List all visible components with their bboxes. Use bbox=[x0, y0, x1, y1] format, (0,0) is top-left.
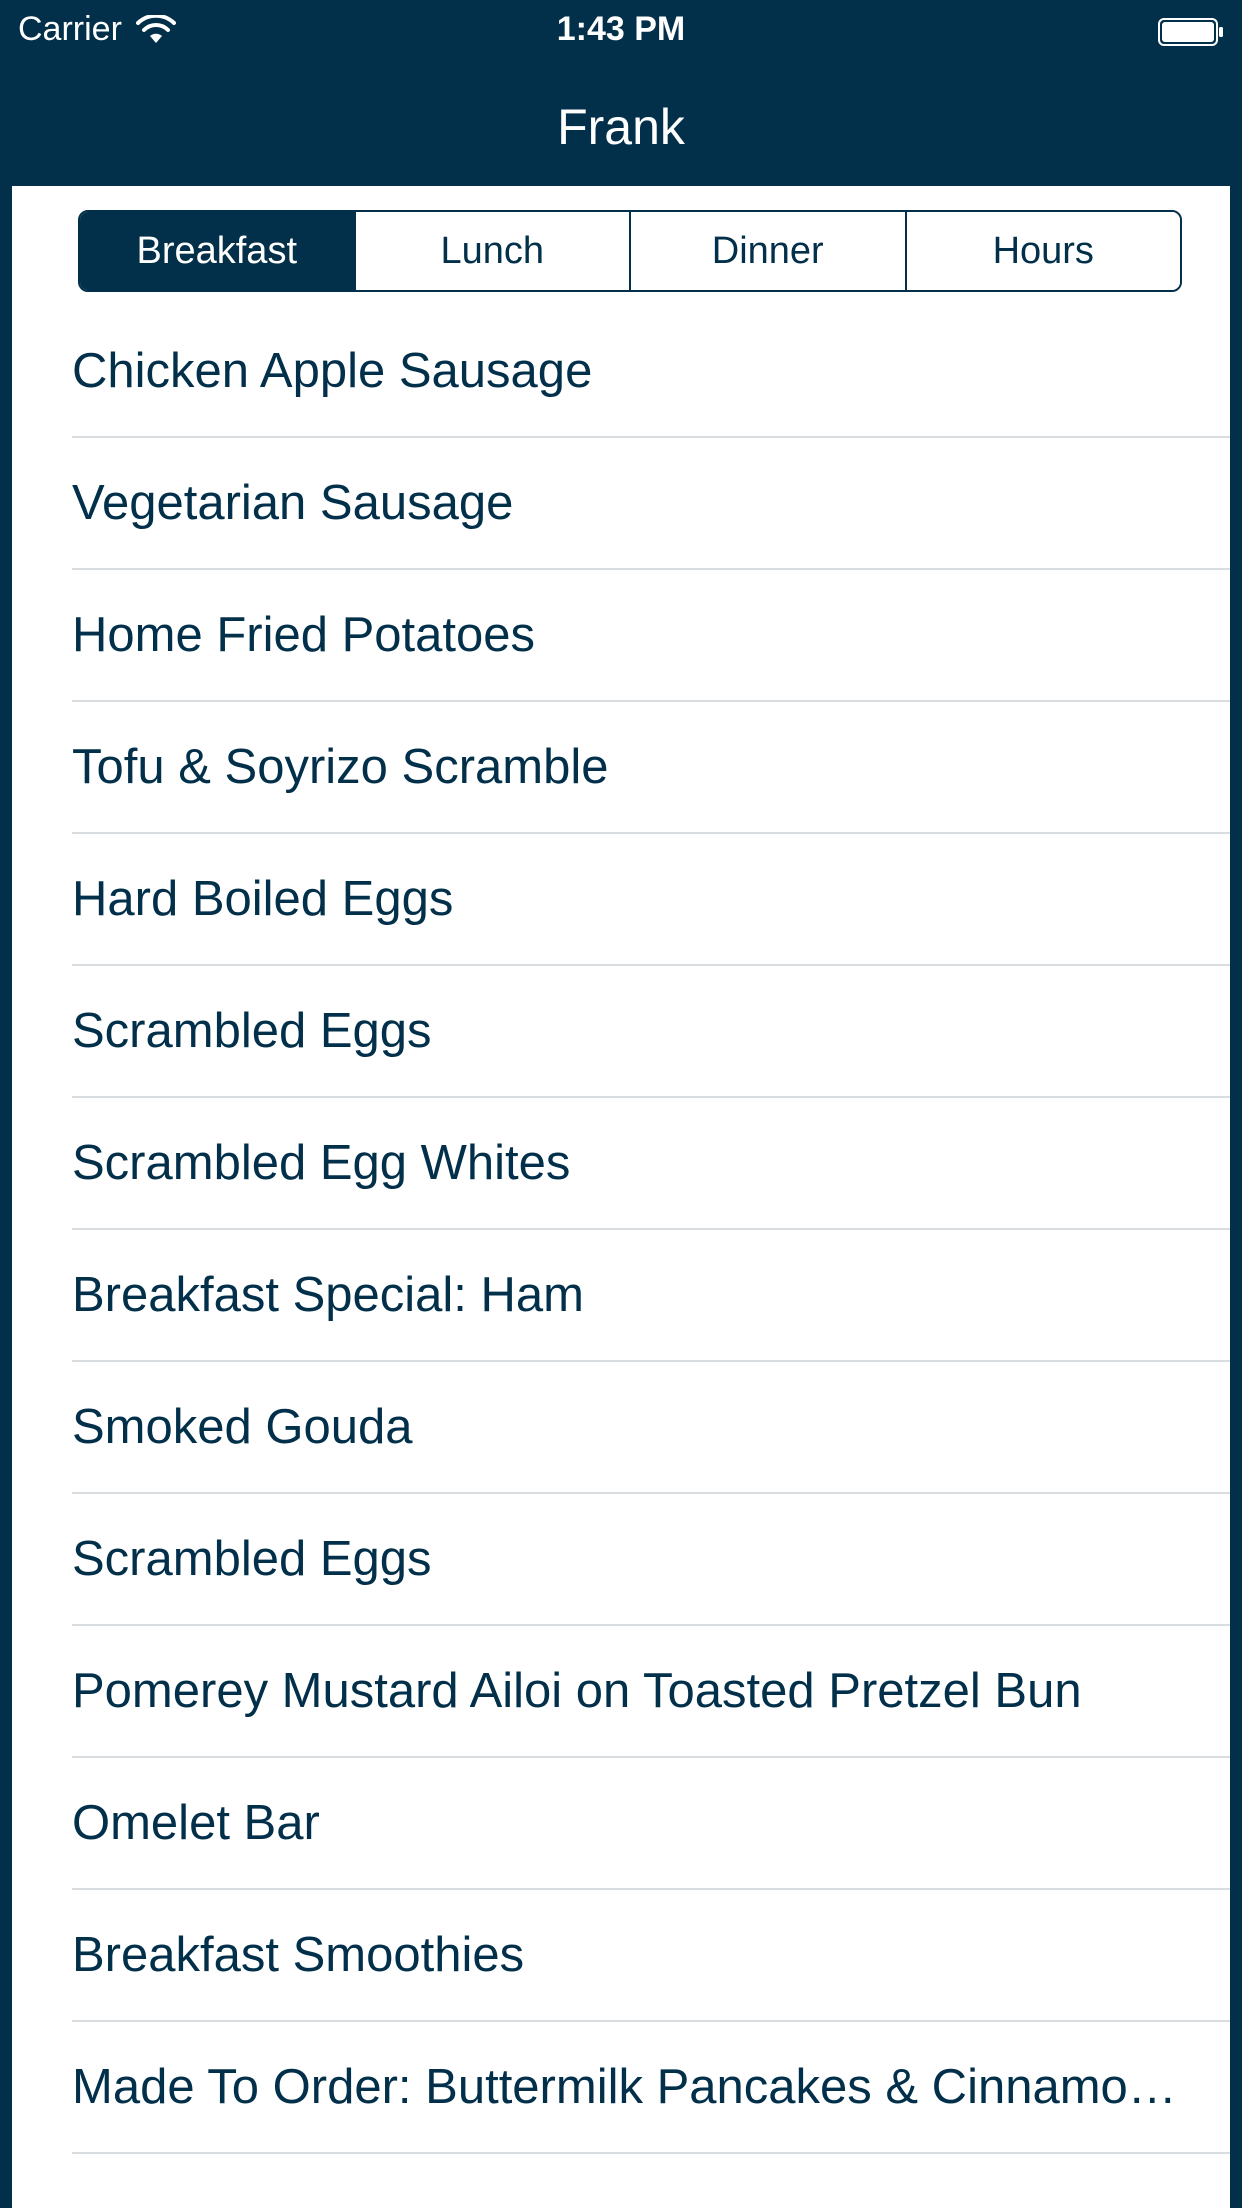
menu-item[interactable]: Breakfast Smoothies bbox=[12, 1890, 1230, 2022]
menu-item[interactable]: Vegetarian Sausage bbox=[12, 438, 1230, 570]
menu-item[interactable]: Scrambled Eggs bbox=[12, 1494, 1230, 1626]
menu-item-label: Pomerey Mustard Ailoi on Toasted Pretzel… bbox=[72, 1664, 1082, 1718]
menu-item-label: Made To Order: Buttermilk Pancakes & Cin… bbox=[72, 2060, 1182, 2114]
menu-item-label: Scrambled Egg Whites bbox=[72, 1136, 571, 1190]
menu-item-label: Scrambled Eggs bbox=[72, 1532, 432, 1586]
menu-item[interactable]: Pomerey Mustard Ailoi on Toasted Pretzel… bbox=[12, 1626, 1230, 1758]
segment-hours[interactable]: Hours bbox=[904, 212, 1180, 290]
menu-item[interactable]: Breakfast Special: Ham bbox=[12, 1230, 1230, 1362]
menu-item[interactable]: Smoked Gouda bbox=[12, 1362, 1230, 1494]
battery-icon bbox=[1158, 16, 1224, 46]
status-time: 1:43 PM bbox=[556, 10, 686, 48]
menu-item[interactable]: Hard Boiled Eggs bbox=[12, 834, 1230, 966]
menu-list: Chicken Apple Sausage Vegetarian Sausage… bbox=[12, 306, 1230, 2154]
status-bar: Carrier 1:43 PM bbox=[0, 0, 1242, 62]
menu-item-label: Smoked Gouda bbox=[72, 1400, 413, 1454]
menu-item-label: Chicken Apple Sausage bbox=[72, 344, 593, 398]
menu-item[interactable]: Home Fried Potatoes bbox=[12, 570, 1230, 702]
menu-item-label: Omelet Bar bbox=[72, 1796, 320, 1850]
menu-item-label: Scrambled Eggs bbox=[72, 1004, 432, 1058]
menu-item-label: Breakfast Special: Ham bbox=[72, 1268, 584, 1322]
nav-bar: Frank bbox=[0, 62, 1242, 186]
content-panel: Breakfast Lunch Dinner Hours Chicken App… bbox=[12, 186, 1230, 2208]
menu-item[interactable]: Scrambled Eggs bbox=[12, 966, 1230, 1098]
menu-item[interactable]: Scrambled Egg Whites bbox=[12, 1098, 1230, 1230]
segment-lunch[interactable]: Lunch bbox=[353, 212, 629, 290]
menu-item-label: Tofu & Soyrizo Scramble bbox=[72, 740, 609, 794]
segment-dinner[interactable]: Dinner bbox=[629, 212, 905, 290]
menu-item[interactable]: Chicken Apple Sausage bbox=[12, 306, 1230, 438]
menu-item[interactable]: Made To Order: Buttermilk Pancakes & Cin… bbox=[12, 2022, 1230, 2154]
meal-segmented-control: Breakfast Lunch Dinner Hours bbox=[78, 210, 1182, 292]
menu-item[interactable]: Omelet Bar bbox=[12, 1758, 1230, 1890]
menu-item-label: Hard Boiled Eggs bbox=[72, 872, 454, 926]
menu-item-label: Vegetarian Sausage bbox=[72, 476, 514, 530]
menu-item-label: Breakfast Smoothies bbox=[72, 1928, 525, 1982]
menu-item[interactable]: Tofu & Soyrizo Scramble bbox=[12, 702, 1230, 834]
segment-breakfast[interactable]: Breakfast bbox=[80, 212, 354, 290]
nav-title: Frank bbox=[557, 99, 685, 155]
menu-item-label: Home Fried Potatoes bbox=[72, 608, 535, 662]
